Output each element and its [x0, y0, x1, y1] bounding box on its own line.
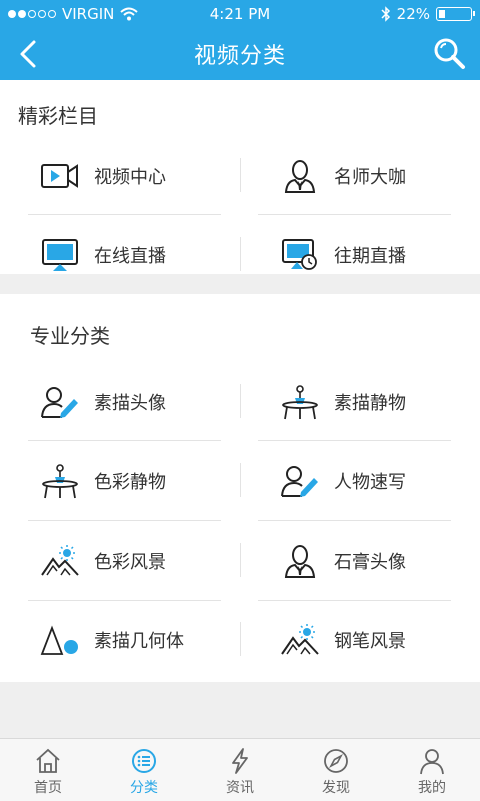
landscape-icon — [40, 541, 80, 581]
tab-category[interactable]: 分类 — [96, 739, 192, 801]
item-label: 素描几何体 — [94, 631, 184, 652]
category-item-sketch-still-life[interactable]: 素描静物 — [270, 372, 470, 432]
divider — [240, 622, 241, 656]
user-icon — [420, 749, 444, 775]
item-label: 素描静物 — [334, 393, 406, 414]
screen-live-icon — [40, 235, 80, 275]
item-label: 视频中心 — [94, 167, 166, 188]
tab-bar: 首页 分类 资讯 发现 我的 — [0, 738, 480, 801]
portrait-pencil-icon — [280, 461, 320, 501]
divider — [258, 214, 451, 215]
category-item-figure-sketch[interactable]: 人物速写 — [270, 451, 470, 511]
battery-icon — [436, 7, 475, 21]
item-label: 人物速写 — [334, 472, 406, 493]
category-icon — [132, 749, 156, 773]
divider — [28, 214, 221, 215]
category-item-famous-teachers[interactable]: 名师大咖 — [270, 146, 470, 206]
page-title: 视频分类 — [193, 44, 286, 69]
divider — [258, 440, 451, 441]
category-item-live[interactable]: 在线直播 — [30, 225, 230, 285]
tab-label: 资讯 — [226, 780, 254, 796]
portrait-pencil-icon — [40, 382, 80, 422]
category-item-color-still-life[interactable]: 色彩静物 — [30, 451, 230, 511]
item-label: 色彩风景 — [94, 552, 166, 573]
tab-label: 首页 — [34, 780, 62, 796]
teacher-icon — [280, 156, 320, 196]
lightning-icon — [232, 748, 248, 774]
category-item-past-live[interactable]: 往期直播 — [270, 225, 470, 285]
categories-section: 专业分类 素描头像 素描静物 色彩静物 人物速写 色彩风景 石膏头像 素描几何体… — [0, 294, 480, 682]
nav-bar: 视频分类 — [0, 28, 480, 80]
tab-me[interactable]: 我的 — [384, 739, 480, 801]
divider — [240, 543, 241, 577]
category-item-pen-landscape[interactable]: 钢笔风景 — [270, 610, 470, 670]
category-item-video-center[interactable]: 视频中心 — [30, 146, 230, 206]
divider — [240, 384, 241, 418]
item-label: 石膏头像 — [334, 552, 406, 573]
divider — [240, 158, 241, 192]
search-icon[interactable] — [432, 36, 466, 70]
still-life-icon — [40, 461, 80, 501]
status-right: 22% — [381, 5, 475, 23]
tab-home[interactable]: 首页 — [0, 739, 96, 801]
category-item-geometry-sketch[interactable]: 素描几何体 — [30, 610, 230, 670]
video-camera-icon — [40, 156, 80, 196]
tab-news[interactable]: 资讯 — [192, 739, 288, 801]
tab-label: 发现 — [322, 780, 350, 796]
landscape-icon — [280, 620, 320, 660]
geometry-icon — [40, 620, 80, 660]
divider — [240, 237, 241, 271]
featured-section: 精彩栏目 视频中心 名师大咖 在线直播 往期直播 — [0, 80, 480, 274]
bust-icon — [280, 541, 320, 581]
item-label: 往期直播 — [334, 246, 406, 267]
item-label: 素描头像 — [94, 393, 166, 414]
section-title: 精彩栏目 — [18, 104, 98, 128]
item-label: 在线直播 — [94, 246, 166, 267]
tab-discover[interactable]: 发现 — [288, 739, 384, 801]
battery-percent: 22% — [396, 5, 430, 23]
compass-icon — [324, 749, 348, 773]
item-label: 名师大咖 — [334, 167, 406, 188]
divider — [240, 463, 241, 497]
item-label: 色彩静物 — [94, 472, 166, 493]
divider — [258, 600, 451, 601]
bluetooth-icon — [381, 6, 390, 22]
divider — [258, 520, 451, 521]
section-title: 专业分类 — [30, 324, 110, 348]
category-item-sketch-portrait[interactable]: 素描头像 — [30, 372, 230, 432]
tab-label: 分类 — [130, 780, 158, 796]
tab-label: 我的 — [418, 780, 446, 796]
divider — [28, 600, 221, 601]
divider — [28, 520, 221, 521]
item-label: 钢笔风景 — [334, 631, 406, 652]
category-item-plaster-bust[interactable]: 石膏头像 — [270, 531, 470, 591]
category-item-color-landscape[interactable]: 色彩风景 — [30, 531, 230, 591]
status-bar: VIRGIN 4:21 PM 22% — [0, 0, 480, 28]
divider — [28, 440, 221, 441]
home-icon — [36, 748, 60, 773]
screen-history-icon — [280, 235, 320, 275]
still-life-icon — [280, 382, 320, 422]
